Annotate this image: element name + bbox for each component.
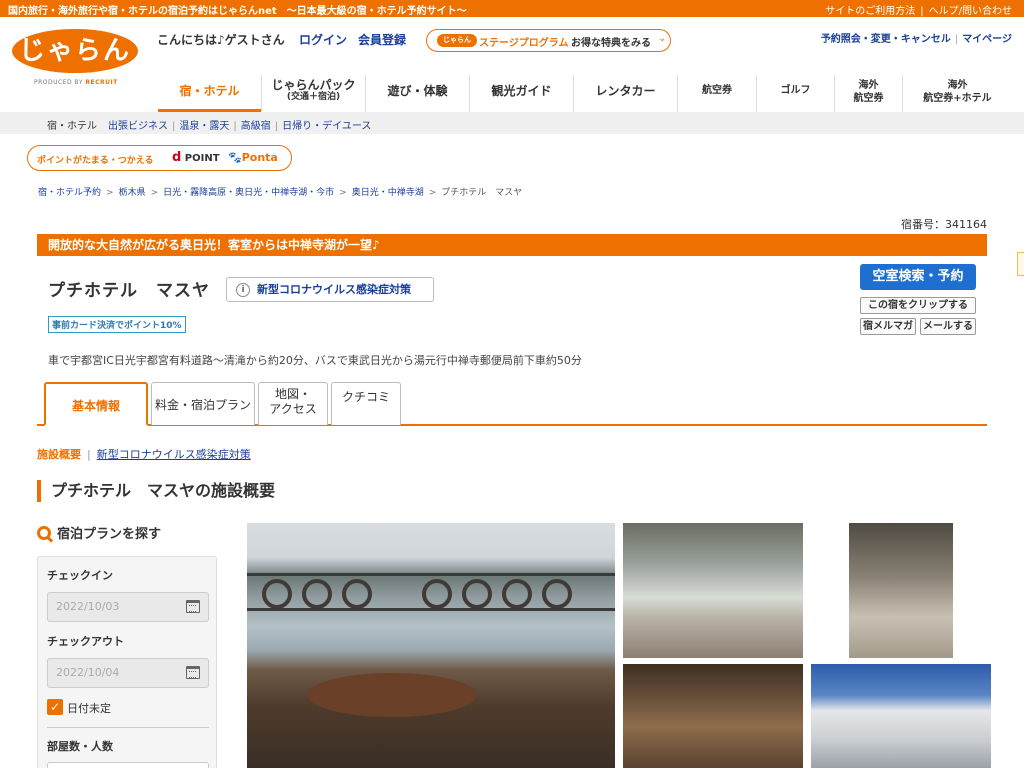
date-undecided-checkbox[interactable]: ✓ [47,699,63,715]
room-photo-1[interactable] [623,523,803,658]
railing-ring [462,579,492,609]
anchor-links: 施設概要 | 新型コロナウイルス感染症対策 [37,448,251,461]
tab-reviews[interactable]: クチコミ [331,382,401,425]
points-banner[interactable]: ポイントがたまる・つかえる d POINT 🐾Ponta [27,145,292,171]
checkin-label: チェックイン [47,569,113,582]
breadcrumb-current: プチホテル マスヤ [441,188,523,198]
greeting-text: こんにちは♪ゲストさん [157,33,285,47]
room-photo-2[interactable] [849,523,953,658]
railing-ring [542,579,572,609]
top-links: サイトのご利用方法 | ヘルプ/問い合わせ [825,6,1012,17]
calendar-icon[interactable] [186,666,200,679]
register-link[interactable]: 会員登録 [358,31,406,48]
jalan-logo[interactable]: じゃらん [12,29,138,73]
top-bar: 国内旅行・海外旅行や宿・ホテルの宿泊予約はじゃらんnet 〜日本最大級の宿・ホテ… [0,0,1024,17]
lounge-photo[interactable] [623,664,803,768]
subnav-dayuse[interactable]: 日帰り・デイユース [282,121,371,132]
checkin-input[interactable]: 2022/10/03 [47,592,209,622]
send-mail-button[interactable]: メールする [920,318,976,335]
railing-ring [342,579,372,609]
help-link[interactable]: ヘルプ/問い合わせ [929,6,1012,17]
points-text: ポイントがたまる・つかえる [37,156,154,166]
nav-air-ticket[interactable]: 航空券 [677,75,756,112]
breadcrumb: 宿・ホテル予約 > 栃木県 > 日光・霧降高原・奥日光・中禅寺湖・今市 > 奥日光・中禅寺湖… [38,188,523,198]
balcony-table [307,673,477,717]
clip-button[interactable]: この宿をクリップする [860,297,976,314]
date-undecided-label: 日付未定 [67,702,111,715]
checkout-input[interactable]: 2022/10/04 [47,658,209,688]
ponta-logo: 🐾Ponta [228,151,278,164]
nav-rental-car[interactable]: レンタカー [573,75,677,112]
covid-measures-button[interactable]: i 新型コロナウイルス感染症対策 [226,277,434,302]
stage-program-button[interactable]: じゃらん ステージプログラム お得な特典をみる ⌄ [426,29,671,52]
side-tab[interactable] [1017,252,1024,276]
info-icon: i [236,283,250,297]
section-title: プチホテル マスヤの施設概要 [37,480,275,502]
hotel-magazine-button[interactable]: 宿メルマガ [860,318,916,335]
site-tagline: 国内旅行・海外旅行や宿・ホテルの宿泊予約はじゃらんnet 〜日本最大級の宿・ホテ… [8,6,467,17]
breadcrumb-tochigi[interactable]: 栃木県 [119,188,146,198]
access-text: 車で宇都宮IC日光宇都宮有料道路〜清滝から約20分、バスで東武日光から湯元行中禅… [48,354,582,367]
nav-overseas-air-hotel[interactable]: 海外 航空券+ホテル [902,75,1012,112]
nav-sightseeing[interactable]: 観光ガイド [469,75,573,112]
rooms-label: 部屋数・人数 [47,740,113,753]
railing-ring [422,579,452,609]
main-photo[interactable] [247,523,615,768]
anchor-covid[interactable]: 新型コロナウイルス感染症対策 [97,448,251,461]
stage-logo: じゃらん [437,34,477,47]
rooms-input[interactable] [47,762,209,768]
dpoint-logo: d POINT [172,150,220,165]
point-badge: 事前カード決済でポイント10% [48,316,186,333]
nav-hotel[interactable]: 宿・ホテル [158,75,261,112]
breadcrumb-okunikko[interactable]: 奥日光・中禅寺湖 [352,188,424,198]
plan-search-box: チェックイン 2022/10/03 チェックアウト 2022/10/04 ✓ 日… [37,556,217,768]
tab-price-plans[interactable]: 料金・宿泊プラン [151,382,255,425]
breadcrumb-hotel-reservation[interactable]: 宿・ホテル予約 [38,188,101,198]
subnav-current: 宿・ホテル [47,121,97,132]
subnav-onsen[interactable]: 温泉・露天 [179,121,229,132]
mypage-link[interactable]: マイページ [962,34,1012,45]
tab-map-access[interactable]: 地図・ アクセス [258,382,328,425]
hotel-name: プチホテル マスヤ [48,281,210,301]
checkout-label: チェックアウト [47,635,124,648]
stage-program-name: ステージプログラム [479,38,569,49]
chevron-down-icon: ⌄ [658,33,667,44]
usage-guide-link[interactable]: サイトのご利用方法 [825,6,915,17]
calendar-icon[interactable] [186,600,200,613]
plan-search-heading: 宿泊プランを探す [37,523,161,542]
logo-subtitle: PRODUCED BY RECRUIT [34,79,118,86]
nav-overseas-air[interactable]: 海外 航空券 [834,75,902,112]
hotel-number: 宿番号：341164 [901,218,987,231]
nav-activities[interactable]: 遊び・体験 [365,75,469,112]
stage-benefit-text: お得な特典をみる [571,38,651,49]
subnav-luxury[interactable]: 高級宿 [241,121,271,132]
login-link[interactable]: ログイン [299,31,347,48]
subnav-business[interactable]: 出張ビジネス [108,121,168,132]
header-right-links: 予約照会・変更・キャンセル | マイページ [820,34,1012,45]
global-nav: 宿・ホテル じゃらんパック (交通＋宿泊) 遊び・体験 観光ガイド レンタカー 航… [158,75,1012,112]
nav-golf[interactable]: ゴルフ [756,75,834,112]
breadcrumb-nikko-area[interactable]: 日光・霧降高原・奥日光・中禅寺湖・今市 [163,188,334,198]
railing-ring [262,579,292,609]
search-icon [37,526,51,540]
nav-jalan-pack[interactable]: じゃらんパック (交通＋宿泊) [261,75,365,112]
anchor-overview[interactable]: 施設概要 [37,448,81,461]
divider [47,727,209,728]
tab-basic-info[interactable]: 基本情報 [44,382,148,426]
railing-ring [302,579,332,609]
catch-copy: 開放的な大自然が広がる奥日光！客室からは中禅寺湖が一望♪ [37,234,987,256]
exterior-photo[interactable] [811,664,991,768]
railing [247,573,615,576]
railing-ring [502,579,532,609]
reservation-lookup-link[interactable]: 予約照会・変更・キャンセル [821,34,951,45]
sub-nav: 宿・ホテル 出張ビジネス | 温泉・露天 | 高級宿 | 日帰り・デイユース [0,112,1024,134]
search-reserve-button[interactable]: 空室検索・予約 [860,264,976,290]
